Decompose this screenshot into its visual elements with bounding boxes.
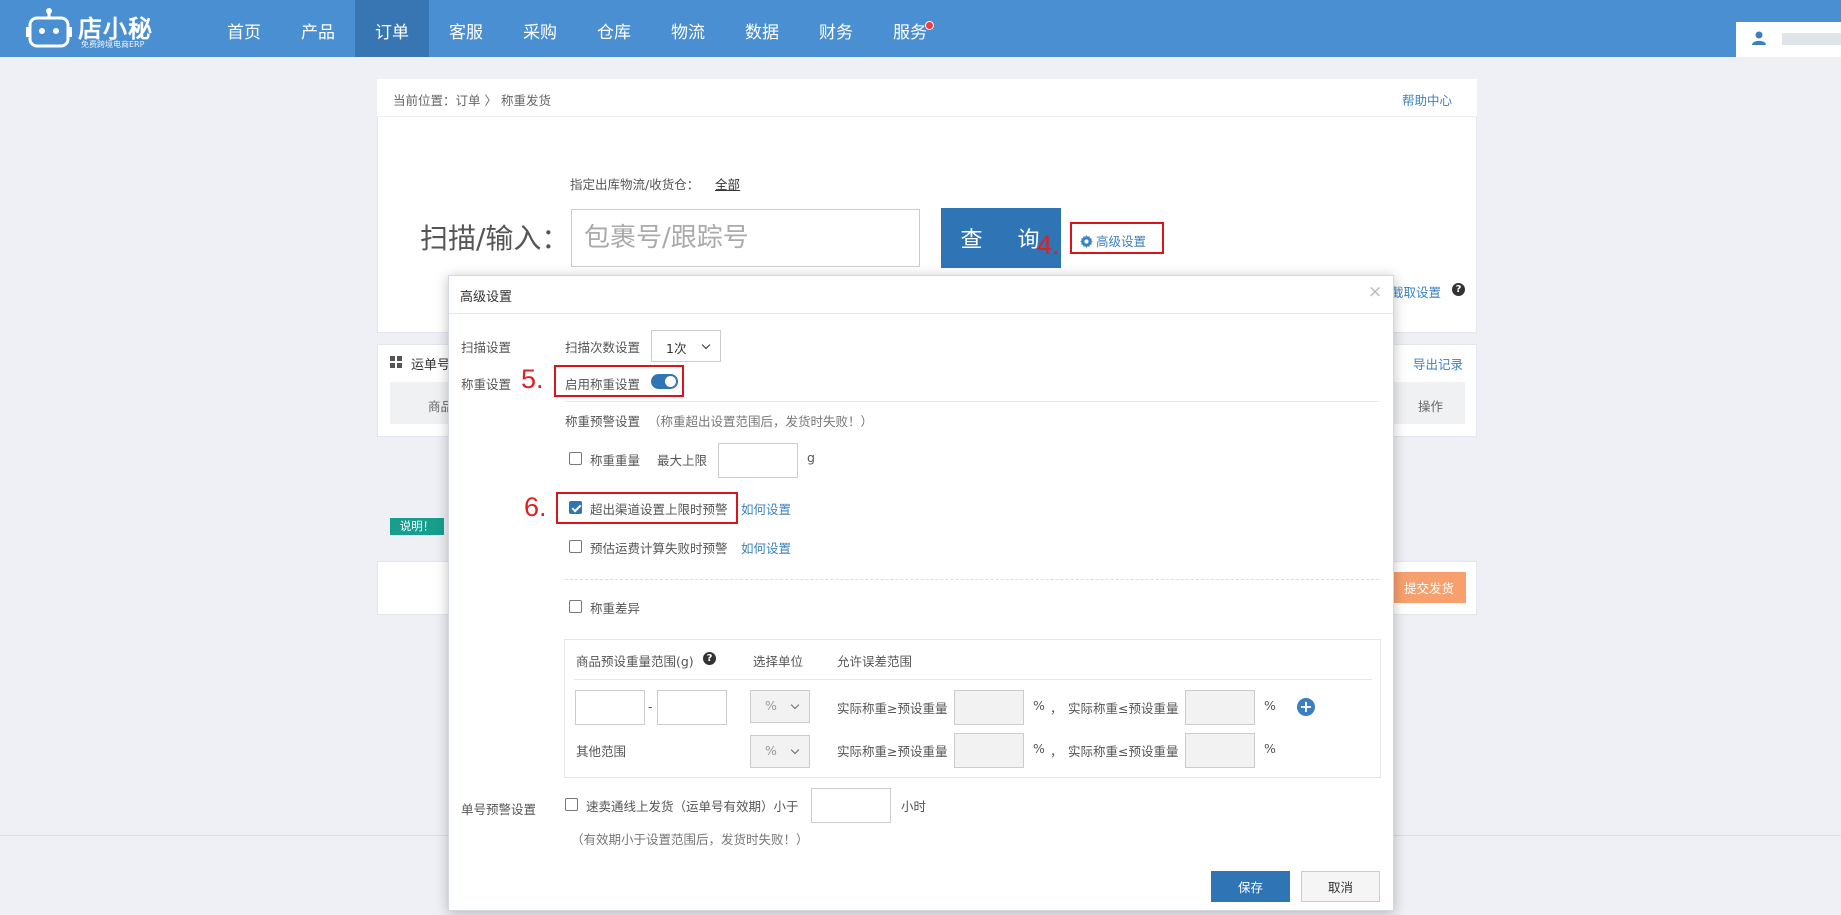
nav-logistics[interactable]: 物流 bbox=[651, 0, 725, 57]
nav-customer-service[interactable]: 客服 bbox=[429, 0, 503, 57]
range-min-input[interactable] bbox=[575, 690, 645, 725]
scan-input[interactable] bbox=[571, 209, 920, 267]
close-icon[interactable]: × bbox=[1368, 282, 1382, 302]
weight-warning-title: 称重预警设置 bbox=[565, 414, 641, 429]
le-percent-input[interactable] bbox=[1185, 690, 1255, 725]
column-action: 操作 bbox=[1418, 399, 1444, 414]
question-icon[interactable]: ? bbox=[703, 652, 716, 665]
nav-warehouse[interactable]: 仓库 bbox=[577, 0, 651, 57]
dashed-divider bbox=[565, 579, 1379, 580]
other-le-input[interactable] bbox=[1185, 733, 1255, 768]
ge-percent-input[interactable] bbox=[954, 690, 1024, 725]
percent-sign: % bbox=[1033, 698, 1045, 713]
other-ge-input[interactable] bbox=[954, 733, 1024, 768]
weight-checkbox-label: 称重重量 bbox=[590, 453, 641, 468]
waybill-list-title: 运单号 bbox=[411, 358, 451, 373]
percent-sign: % bbox=[1264, 698, 1276, 713]
other-le-label: 实际称重≤预设重量 bbox=[1068, 744, 1179, 759]
max-limit-label: 最大上限 bbox=[657, 453, 708, 468]
weigh-settings-label: 称重设置 bbox=[461, 377, 512, 392]
nav-services[interactable]: 服务 bbox=[873, 0, 947, 57]
scan-count-label: 扫描次数设置 bbox=[565, 340, 641, 355]
freight-fail-label: 预估运费计算失败时预警 bbox=[590, 541, 728, 556]
username-redacted bbox=[1782, 33, 1841, 45]
help-center-link[interactable]: 帮助中心 bbox=[1402, 90, 1452, 109]
range-max-input[interactable] bbox=[657, 690, 727, 725]
weight-unit: g bbox=[807, 450, 815, 465]
nav-orders[interactable]: 订单 bbox=[355, 0, 429, 57]
column-tolerance: 允许误差范围 bbox=[837, 654, 913, 669]
capture-settings-link[interactable]: 截取设置 bbox=[1391, 282, 1441, 301]
nav-home[interactable]: 首页 bbox=[207, 0, 281, 57]
annotation-5: 5. bbox=[521, 364, 544, 394]
enable-weighing-label: 启用称重设置 bbox=[565, 377, 641, 392]
scan-label: 扫描/输入： bbox=[420, 222, 570, 255]
grid-icon bbox=[390, 356, 402, 368]
annotation-6: 6. bbox=[524, 492, 547, 522]
percent-sign: % bbox=[1264, 741, 1276, 756]
range-dash: - bbox=[648, 699, 653, 714]
save-button[interactable]: 保存 bbox=[1211, 871, 1290, 902]
breadcrumb-bar: 当前位置：订单 〉 称重发货 帮助中心 bbox=[377, 79, 1477, 117]
scan-settings-label: 扫描设置 bbox=[461, 340, 512, 355]
brand-tagline: 免费跨境电商ERP bbox=[81, 40, 145, 49]
submit-shipment-button[interactable]: 提交发货 bbox=[1392, 572, 1466, 603]
aliexpress-validity-checkbox[interactable] bbox=[565, 798, 578, 811]
nav-data[interactable]: 数据 bbox=[725, 0, 799, 57]
enable-weighing-toggle[interactable] bbox=[651, 374, 678, 389]
top-navbar: 店小秘 免费跨境电商ERP 首页 产品 订单 客服 采购 仓库 物流 数据 财务… bbox=[0, 0, 1841, 57]
le-label: 实际称重≤预设重量 bbox=[1068, 701, 1179, 716]
nav-products[interactable]: 产品 bbox=[281, 0, 355, 57]
percent-sign: % bbox=[1033, 741, 1045, 756]
order-warning-label: 单号预警设置 bbox=[461, 802, 537, 817]
ge-label: 实际称重≥预设重量 bbox=[837, 701, 948, 716]
warehouse-select[interactable]: 全部 bbox=[715, 174, 740, 193]
other-range-label: 其他范围 bbox=[576, 744, 627, 759]
user-icon bbox=[1752, 31, 1766, 45]
unit-select[interactable]: % bbox=[750, 690, 810, 723]
comma: ， bbox=[1050, 701, 1063, 716]
weight-diff-checkbox[interactable] bbox=[569, 600, 582, 613]
main-nav: 首页 产品 订单 客服 采购 仓库 物流 数据 财务 服务 bbox=[207, 0, 947, 57]
breadcrumb: 当前位置：订单 〉 称重发货 bbox=[393, 93, 551, 108]
other-unit-select[interactable]: % bbox=[750, 735, 810, 768]
robot-logo-icon bbox=[26, 8, 72, 48]
max-limit-input[interactable] bbox=[718, 443, 798, 478]
gear-icon bbox=[1080, 235, 1093, 248]
brand-logo[interactable]: 店小秘 免费跨境电商ERP bbox=[26, 6, 156, 50]
table-header-divider bbox=[574, 679, 1372, 680]
column-weight-range: 商品预设重量范围(g) bbox=[576, 654, 694, 669]
nav-purchasing[interactable]: 采购 bbox=[503, 0, 577, 57]
annotation-4: 4. bbox=[1037, 230, 1060, 260]
hours-unit: 小时 bbox=[901, 799, 927, 814]
warehouse-label: 指定出库物流/收货仓： bbox=[570, 177, 700, 192]
scan-count-select[interactable]: 1次 bbox=[651, 330, 721, 362]
freight-fail-checkbox[interactable] bbox=[569, 540, 582, 553]
aliexpress-validity-label: 速卖通线上发货（运单号有效期）小于 bbox=[586, 799, 799, 814]
export-records-link[interactable]: 导出记录 bbox=[1413, 354, 1463, 373]
channel-how-to-link[interactable]: 如何设置 bbox=[741, 499, 791, 518]
notification-dot bbox=[925, 21, 934, 30]
weight-diff-label: 称重差异 bbox=[590, 601, 641, 616]
other-ge-label: 实际称重≥预设重量 bbox=[837, 744, 948, 759]
modal-header-divider bbox=[449, 313, 1393, 314]
hours-input[interactable] bbox=[811, 788, 891, 823]
advanced-settings-button[interactable]: 高级设置 bbox=[1070, 222, 1164, 254]
freight-how-to-link[interactable]: 如何设置 bbox=[741, 538, 791, 557]
cancel-button[interactable]: 取消 bbox=[1301, 871, 1380, 902]
add-row-icon[interactable]: + bbox=[1297, 698, 1315, 716]
modal-title: 高级设置 bbox=[460, 290, 513, 305]
order-warning-note: （有效期小于设置范围后，发货时失败！） bbox=[571, 832, 809, 847]
column-unit: 选择单位 bbox=[753, 654, 804, 669]
weight-checkbox[interactable] bbox=[569, 452, 582, 465]
user-menu[interactable] bbox=[1736, 22, 1841, 57]
section-divider bbox=[565, 401, 1379, 402]
note-badge: 说明！ bbox=[390, 518, 444, 535]
question-icon[interactable]: ? bbox=[1452, 283, 1465, 296]
channel-limit-checkbox[interactable] bbox=[569, 501, 582, 514]
comma: ， bbox=[1050, 744, 1063, 759]
channel-limit-label: 超出渠道设置上限时预警 bbox=[590, 502, 728, 517]
nav-finance[interactable]: 财务 bbox=[799, 0, 873, 57]
weight-warning-note: （称重超出设置范围后，发货时失败！） bbox=[648, 414, 874, 429]
